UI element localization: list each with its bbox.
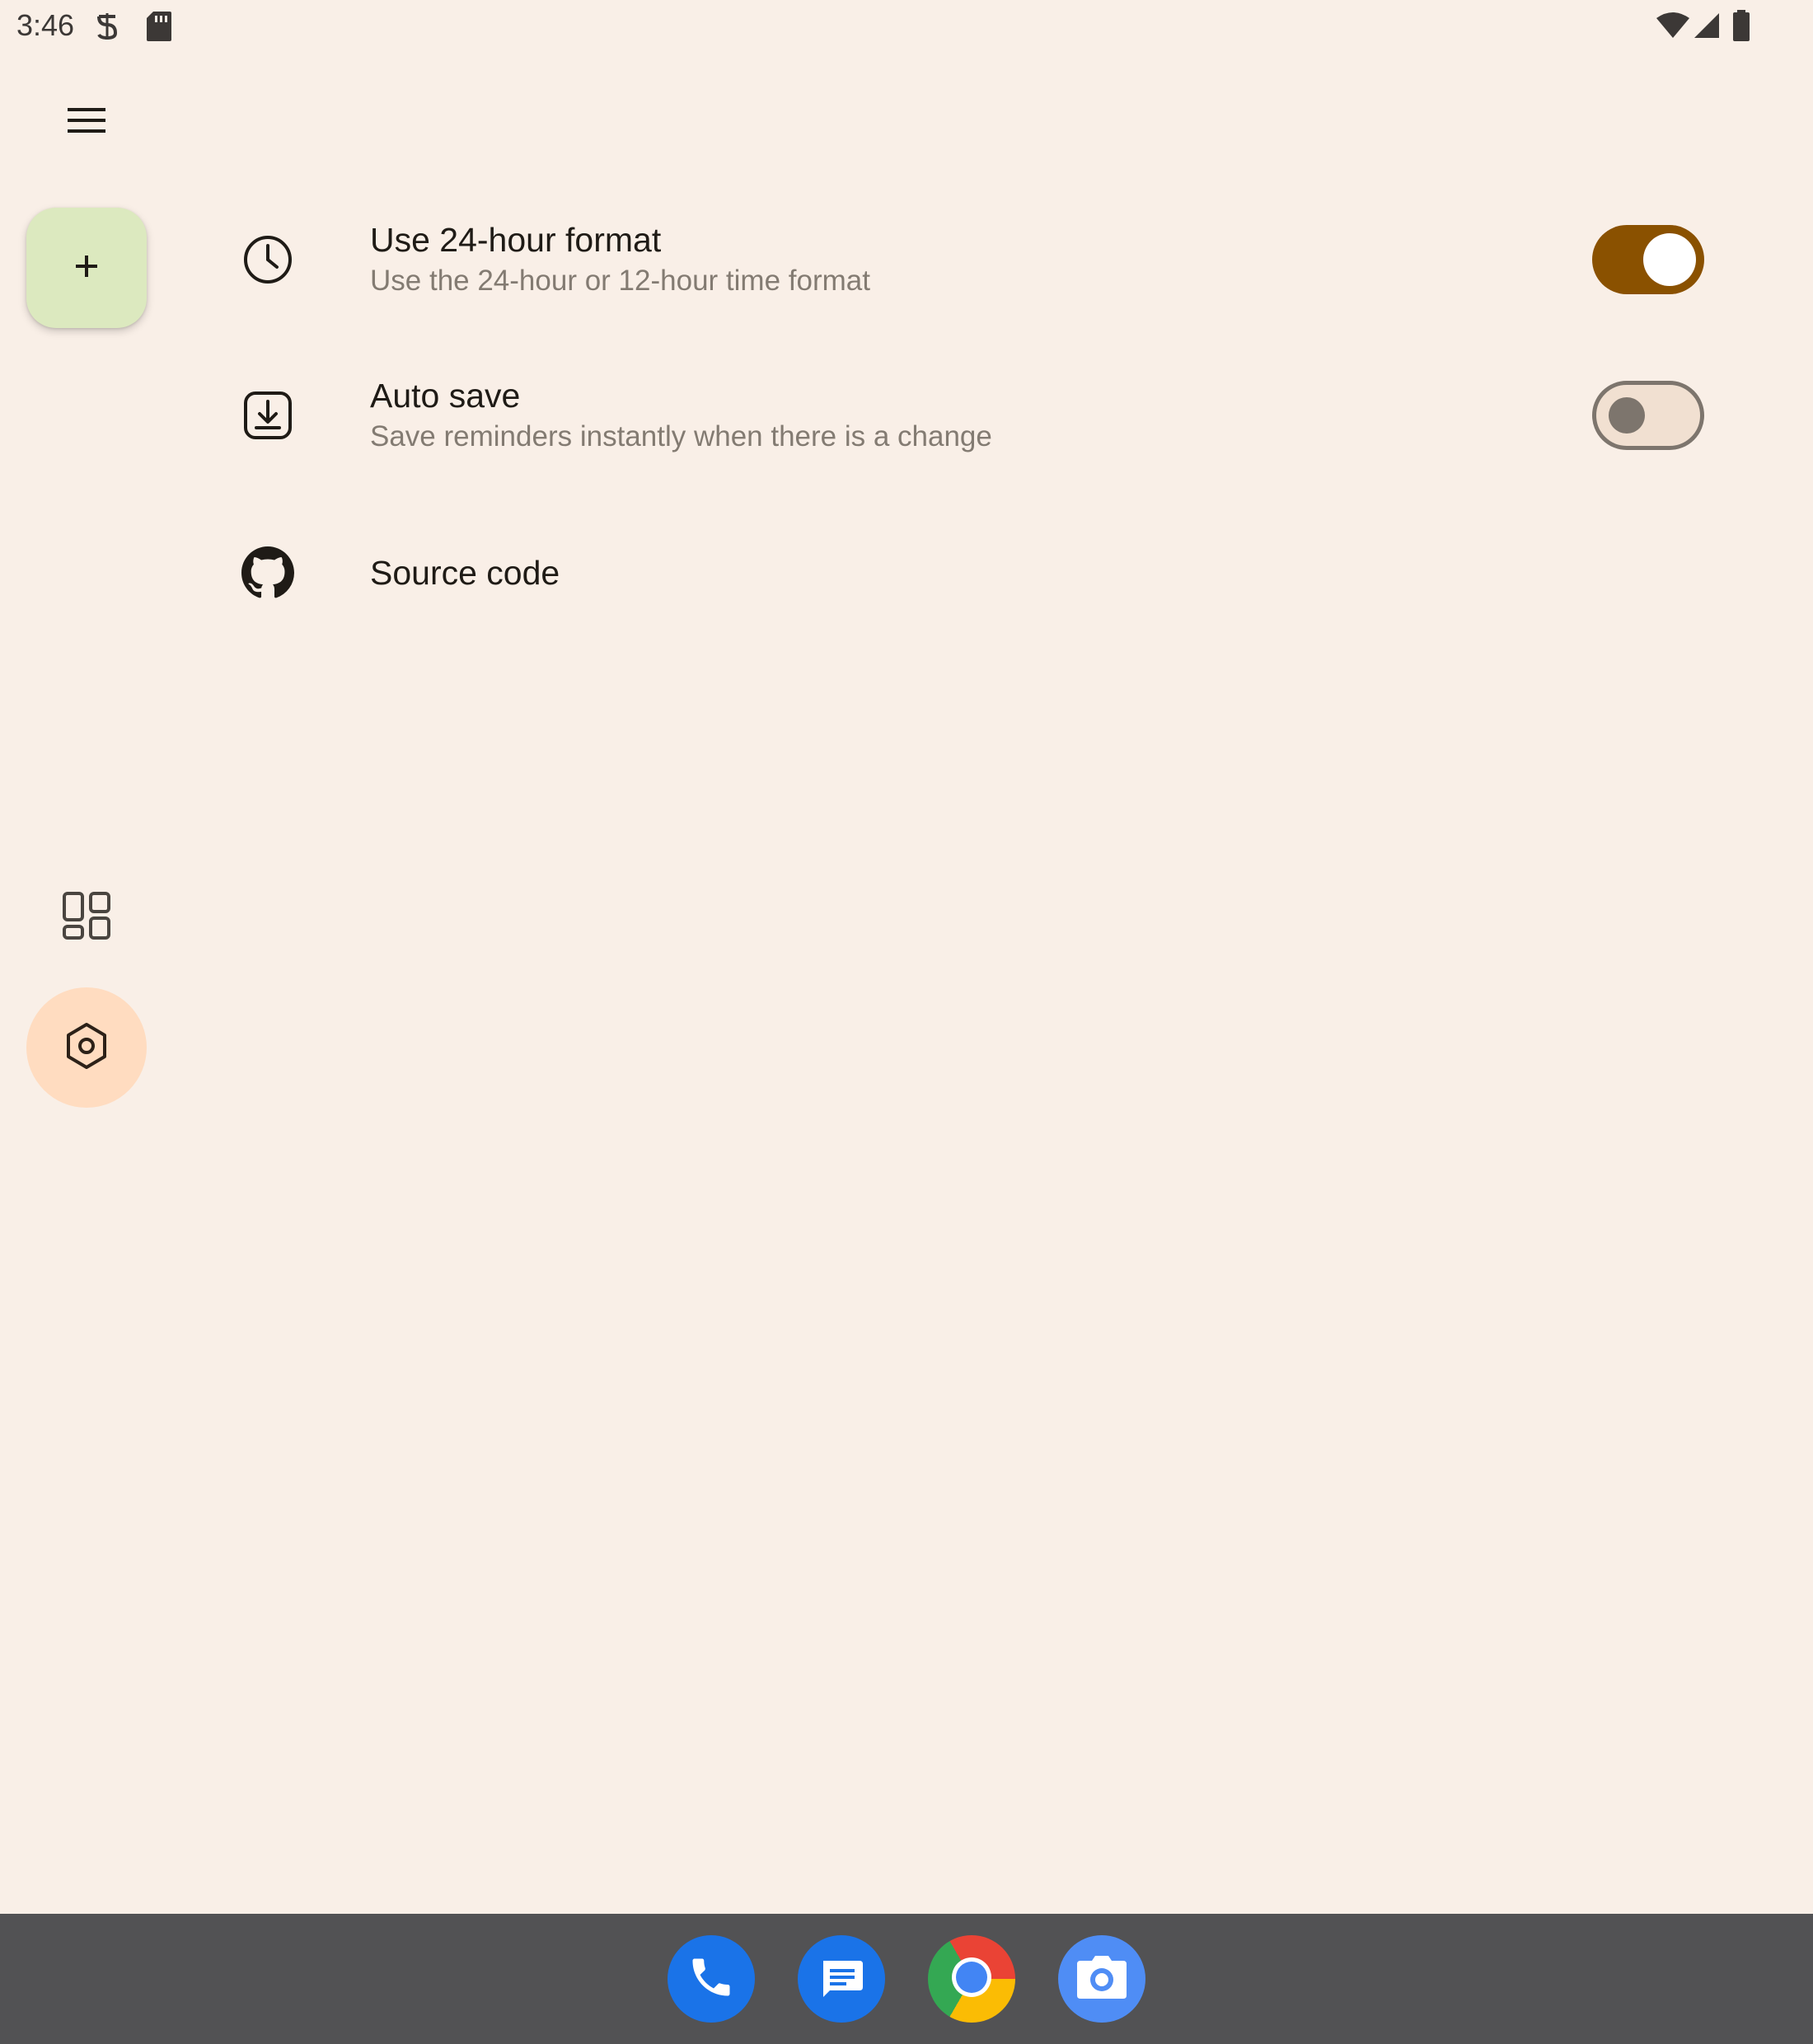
menu-icon	[66, 104, 107, 141]
messages-app[interactable]	[798, 1935, 885, 2023]
messages-icon	[817, 1953, 866, 2006]
rail-item-settings[interactable]	[26, 987, 147, 1108]
battery-icon	[1732, 10, 1750, 45]
setting-source-code[interactable]: Source code	[223, 503, 1755, 643]
phone-icon	[686, 1953, 736, 2006]
chrome-app[interactable]	[928, 1935, 1015, 2023]
settings-icon	[62, 1021, 111, 1075]
wifi-icon	[1655, 12, 1691, 44]
download-icon	[239, 387, 297, 444]
setting-auto-save[interactable]: Auto save Save reminders instantly when …	[223, 345, 1755, 485]
setting-subtitle: Use the 24-hour or 12-hour time format	[370, 265, 870, 297]
menu-button[interactable]	[49, 89, 124, 155]
add-icon	[74, 254, 99, 283]
setting-title: Source code	[370, 554, 560, 592]
switch-thumb	[1643, 233, 1696, 286]
camera-icon	[1075, 1954, 1128, 2004]
setting-text: Use 24-hour format Use the 24-hour or 12…	[370, 218, 870, 301]
phone-app[interactable]	[668, 1935, 755, 2023]
sync-notification-icon	[92, 10, 122, 47]
setting-text: Source code	[370, 551, 560, 594]
24-hour-format-switch[interactable]	[1592, 225, 1704, 294]
setting-subtitle: Save reminders instantly when there is a…	[370, 420, 992, 452]
switch-thumb	[1609, 397, 1645, 434]
chrome-icon	[951, 1957, 992, 2002]
github-icon	[239, 544, 297, 602]
auto-save-switch[interactable]	[1592, 381, 1704, 450]
dashboard-icon	[62, 891, 111, 945]
add-reminder-fab[interactable]	[26, 208, 147, 328]
screen: 3:46 Use 24-hour format Use the 24-hour …	[0, 0, 1813, 2044]
setting-24-hour-format[interactable]: Use 24-hour format Use the 24-hour or 12…	[223, 190, 1755, 330]
cellular-signal-icon	[1693, 12, 1721, 44]
clock-icon	[239, 231, 297, 288]
sd-card-icon	[145, 10, 173, 47]
setting-title: Use 24-hour format	[370, 221, 662, 259]
rail-item-widgets[interactable]	[26, 857, 147, 977]
camera-app[interactable]	[1058, 1935, 1145, 2023]
status-time: 3:46	[16, 8, 75, 42]
setting-title: Auto save	[370, 377, 521, 415]
dock	[0, 1914, 1813, 2044]
setting-text: Auto save Save reminders instantly when …	[370, 374, 992, 457]
status-bar: 3:46	[0, 0, 1813, 53]
